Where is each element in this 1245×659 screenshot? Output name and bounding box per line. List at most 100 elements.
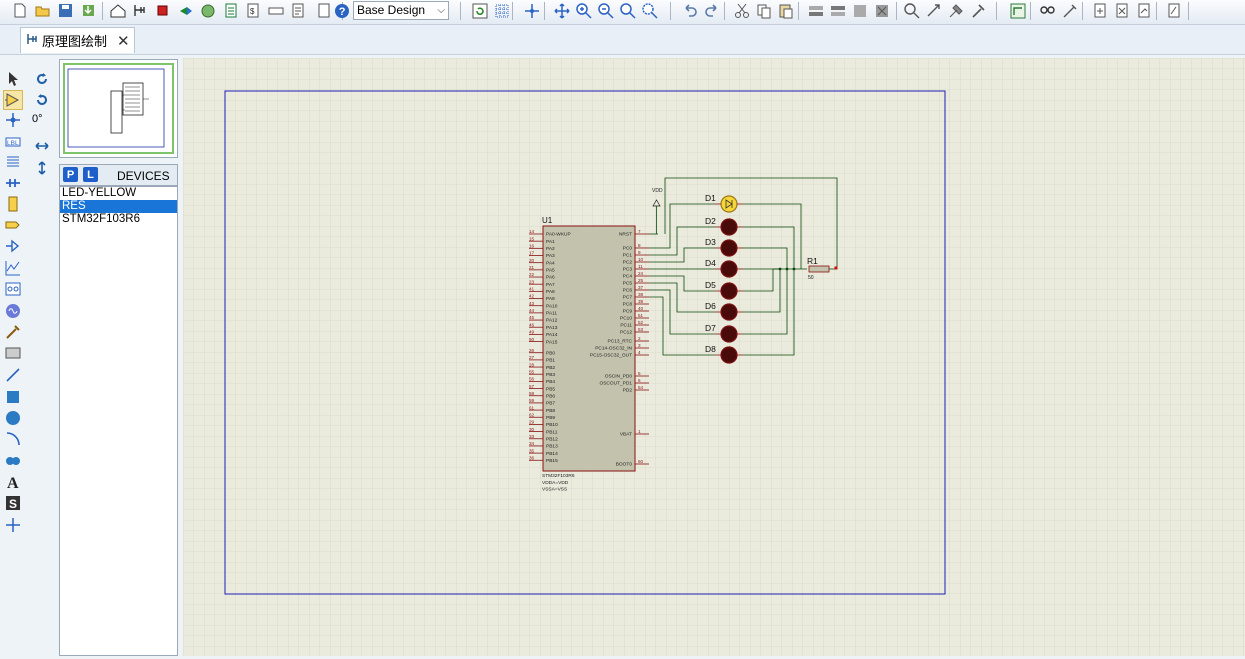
pin-number: 30 — [529, 427, 535, 432]
pin-number: 37 — [638, 285, 644, 290]
tape-recorder-icon[interactable] — [3, 279, 23, 299]
pin-name: PA5 — [546, 268, 555, 274]
pin-number: 46 — [529, 322, 535, 327]
block-delete-icon[interactable] — [872, 1, 892, 21]
pan-icon[interactable] — [552, 1, 572, 21]
chip-ref: U1 — [542, 216, 553, 225]
block-move-icon[interactable] — [828, 1, 848, 21]
design-notes-icon[interactable] — [1164, 1, 1184, 21]
cost-icon[interactable] — [266, 1, 286, 21]
rotate-anticlockwise-icon[interactable] — [32, 90, 52, 110]
delete-sheet-icon[interactable] — [1112, 1, 1132, 21]
cut-icon[interactable] — [732, 1, 752, 21]
schematic-drawing[interactable]: U114PA0-WKUP15PA116PA217PA320PA421PA522P… — [183, 58, 1245, 656]
tab-schematic[interactable]: 原理图绘制 ✕ — [20, 27, 135, 53]
voltage-probe-icon[interactable] — [3, 322, 23, 342]
selection-icon[interactable] — [3, 69, 23, 89]
new-sheet-icon[interactable] — [1090, 1, 1110, 21]
mirror-vertical-icon[interactable] — [32, 158, 52, 178]
design-variant-select[interactable]: Base Design ⌵ — [353, 1, 449, 20]
copy-icon[interactable] — [754, 1, 774, 21]
symbol-icon[interactable]: S — [3, 493, 23, 513]
pin-name: PB14 — [546, 451, 558, 457]
property-tool-icon[interactable] — [1060, 1, 1080, 21]
pin-name: PA10 — [546, 303, 558, 309]
arc-icon[interactable] — [3, 429, 23, 449]
bom-icon[interactable] — [221, 1, 241, 21]
zoom-in-icon[interactable] — [574, 1, 594, 21]
device-item-led-yellow[interactable]: LED-YELLOW — [60, 187, 177, 200]
close-icon[interactable]: ✕ — [117, 32, 130, 50]
device-pins-icon[interactable] — [3, 236, 23, 256]
pin-name: PC12 — [620, 330, 632, 336]
save-icon[interactable] — [56, 1, 76, 21]
pin-name: PB10 — [546, 422, 558, 428]
home-icon[interactable] — [108, 1, 128, 21]
zoom-out-icon[interactable] — [596, 1, 616, 21]
schematic-icon[interactable] — [130, 1, 150, 21]
graph-icon[interactable] — [3, 258, 23, 278]
device-item-res[interactable]: RES — [60, 200, 177, 213]
marker-icon[interactable] — [3, 515, 23, 535]
3d-viewer-icon[interactable] — [176, 1, 196, 21]
pin-number: 4 — [638, 350, 641, 355]
notes-icon[interactable] — [314, 1, 334, 21]
make-device-icon[interactable] — [924, 1, 944, 21]
pin-name: PC9 — [623, 309, 633, 315]
origin-icon[interactable] — [522, 1, 542, 21]
import-icon[interactable] — [79, 1, 99, 21]
block-rotate-icon[interactable] — [850, 1, 870, 21]
gerber-icon[interactable] — [198, 1, 218, 21]
pick-devices-button[interactable]: P — [63, 167, 78, 182]
open-folder-icon[interactable] — [33, 1, 53, 21]
wire-label-icon[interactable]: LBL — [3, 132, 23, 152]
pcb-icon[interactable] — [153, 1, 173, 21]
zoom-area-icon[interactable] — [640, 1, 660, 21]
package-tool-icon[interactable] — [946, 1, 966, 21]
terminals-icon[interactable] — [3, 215, 23, 235]
circle-icon[interactable] — [3, 408, 23, 428]
subcircuit-icon[interactable] — [3, 194, 23, 214]
device-list: LED-YELLOW RES STM32F103R6 — [59, 186, 178, 656]
wire-autorouter-icon[interactable] — [1008, 1, 1028, 21]
line-icon[interactable] — [3, 365, 23, 385]
pin-name: PC2 — [623, 260, 633, 266]
main-toolbar: $? Base Design ⌵ — [0, 0, 1245, 25]
paste-icon[interactable] — [776, 1, 796, 21]
search-icon[interactable] — [1038, 1, 1058, 21]
mirror-horizontal-icon[interactable] — [32, 136, 52, 156]
library-manager-button[interactable]: L — [83, 167, 98, 182]
undo-icon[interactable] — [680, 1, 700, 21]
generator-icon[interactable] — [3, 301, 23, 321]
help-icon[interactable]: ? — [332, 1, 352, 21]
svg-text:$: $ — [250, 7, 255, 16]
component-icon[interactable] — [3, 90, 23, 110]
goto-sheet-icon[interactable] — [1134, 1, 1154, 21]
rotate-clockwise-icon[interactable] — [32, 69, 52, 89]
refresh-icon[interactable] — [470, 1, 490, 21]
toolbar-separator — [1082, 2, 1083, 20]
new-file-icon[interactable] — [10, 1, 30, 21]
schematic-canvas[interactable]: U1 14 PA0-WKUP 15 PA1 16 PA2 17 PA3 20 PA4 21 PA5 22 P… — [183, 58, 1245, 656]
svg-text:?: ? — [339, 6, 346, 18]
netlist-icon[interactable] — [288, 1, 308, 21]
pin-name: PC7 — [623, 295, 633, 301]
box-icon[interactable] — [3, 387, 23, 407]
current-probe-icon[interactable] — [3, 343, 23, 363]
text-script-icon[interactable] — [3, 152, 23, 172]
device-item-stm32f103r6[interactable]: STM32F103R6 — [60, 213, 177, 226]
design-explorer-icon[interactable]: $ — [243, 1, 263, 21]
toolbar-separator — [798, 2, 799, 20]
decompose-icon[interactable] — [968, 1, 988, 21]
path-icon[interactable] — [3, 451, 23, 471]
bus-icon[interactable] — [3, 173, 23, 193]
text-icon[interactable]: A — [3, 472, 23, 492]
block-copy-icon[interactable] — [806, 1, 826, 21]
overview-window[interactable] — [59, 59, 178, 158]
grid-icon[interactable] — [492, 1, 512, 21]
junction-icon[interactable] — [3, 110, 23, 130]
pick-device-icon[interactable] — [902, 1, 922, 21]
redo-icon[interactable] — [702, 1, 722, 21]
rotation-angle[interactable]: 0° — [32, 113, 43, 125]
zoom-all-icon[interactable] — [618, 1, 638, 21]
